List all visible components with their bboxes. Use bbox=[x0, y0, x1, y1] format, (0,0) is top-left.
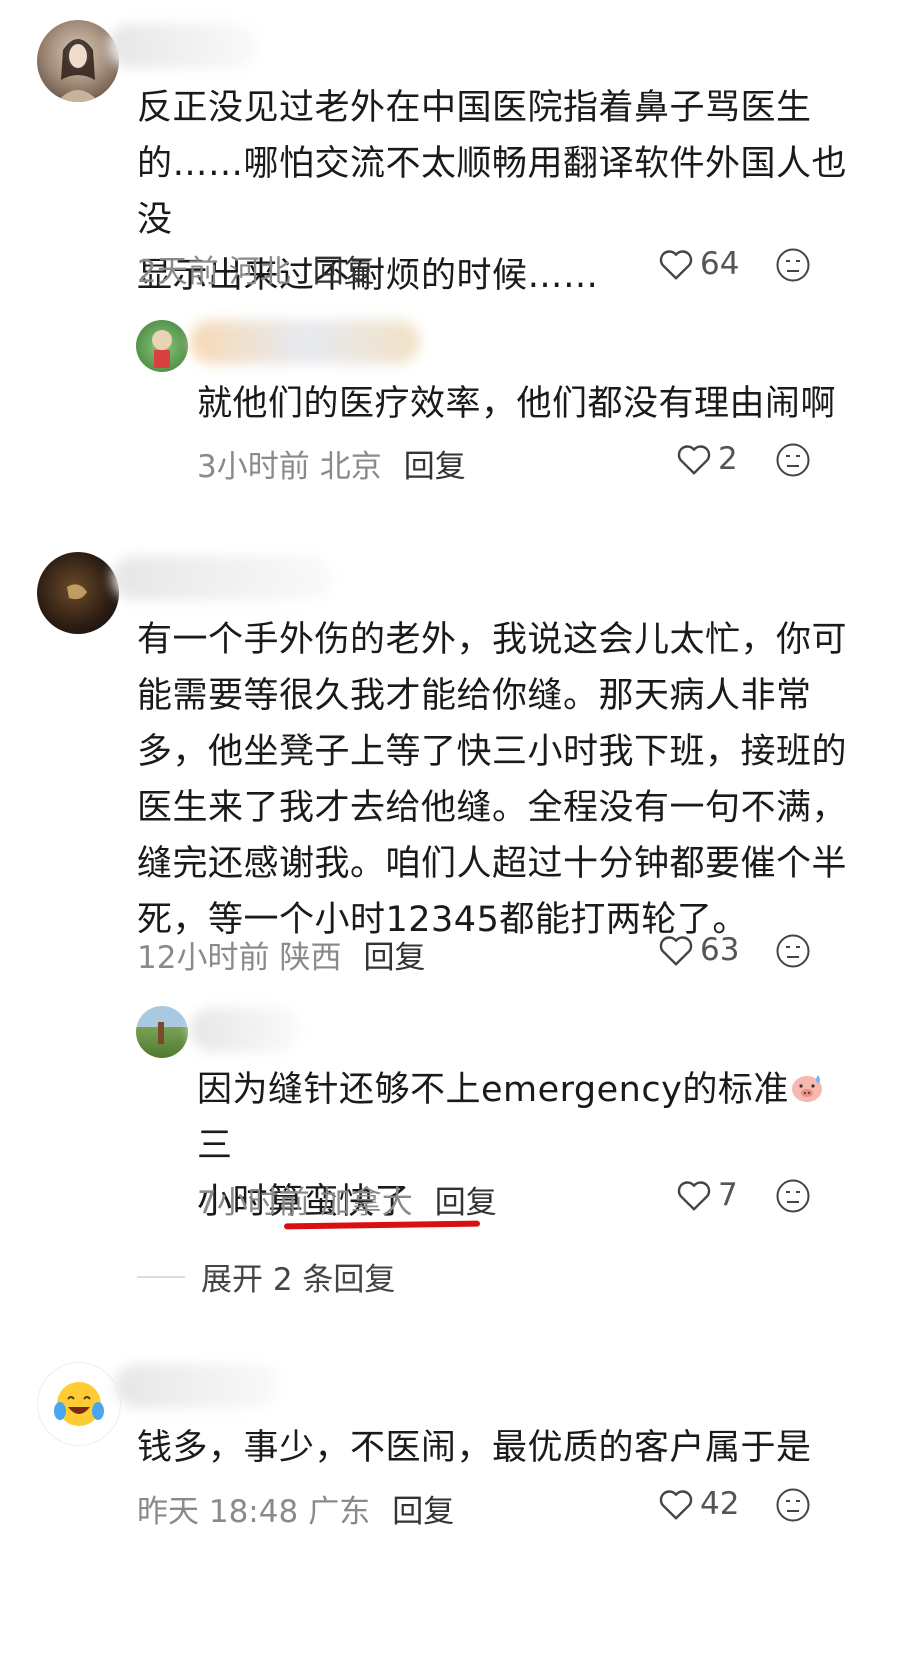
like-button[interactable]: 42 bbox=[658, 1486, 739, 1522]
reply-text: 就他们的医疗效率，他们都没有理由闹啊 bbox=[197, 384, 837, 424]
expand-label: 展开 2 条回复 bbox=[201, 1262, 396, 1298]
location: 河北 bbox=[228, 254, 291, 290]
dislike-button[interactable] bbox=[775, 1487, 811, 1527]
username-blurred[interactable] bbox=[190, 320, 420, 364]
unimpressed-face-icon bbox=[776, 1179, 810, 1213]
avatar[interactable] bbox=[37, 1362, 121, 1446]
reply-meta: 7小时前 加拿大 回复 bbox=[197, 1177, 497, 1222]
heart-outline-icon bbox=[659, 250, 693, 280]
unimpressed-face-icon bbox=[776, 443, 810, 477]
timestamp: 12小时前 bbox=[137, 940, 270, 976]
comment-meta: 昨天 18:48 广东 回复 bbox=[137, 1486, 454, 1531]
like-button[interactable]: 64 bbox=[658, 246, 739, 282]
avatar[interactable] bbox=[136, 320, 188, 372]
timestamp: 7小时前 bbox=[197, 1185, 310, 1221]
reply-button[interactable]: 回复 bbox=[404, 449, 466, 485]
avatar[interactable] bbox=[37, 20, 119, 102]
comment-meta: 12小时前 陕西 回复 bbox=[137, 932, 425, 977]
avatar[interactable] bbox=[136, 1006, 188, 1058]
pig-sweat-emoji bbox=[789, 1066, 825, 1102]
dark-photo-icon bbox=[67, 584, 87, 600]
dislike-button[interactable] bbox=[775, 442, 811, 482]
username-blurred[interactable] bbox=[112, 556, 332, 600]
timestamp: 3小时前 bbox=[197, 449, 310, 485]
dislike-button[interactable] bbox=[775, 933, 811, 973]
location: 广东 bbox=[308, 1494, 371, 1530]
avatar[interactable] bbox=[37, 552, 119, 634]
location: 北京 bbox=[319, 449, 382, 485]
comment-meta: 2天前 河北 回复 bbox=[137, 246, 375, 291]
comment-text: 有一个手外伤的老外，我说这会儿太忙，你可 能需要等很久我才能给你缝。那天病人非常… bbox=[137, 620, 848, 940]
portrait-icon bbox=[57, 39, 99, 102]
like-button[interactable]: 63 bbox=[658, 932, 739, 968]
location: 陕西 bbox=[279, 940, 342, 976]
heart-outline-icon bbox=[677, 1181, 711, 1211]
like-button[interactable]: 2 bbox=[676, 441, 738, 477]
like-count: 64 bbox=[700, 246, 740, 282]
dislike-button[interactable] bbox=[775, 247, 811, 287]
reply-meta: 3小时前 北京 回复 bbox=[197, 441, 466, 486]
unimpressed-face-icon bbox=[776, 1488, 810, 1522]
timestamp: 昨天 18:48 bbox=[137, 1494, 299, 1530]
heart-outline-icon bbox=[659, 936, 693, 966]
reply-button[interactable]: 回复 bbox=[392, 1494, 454, 1530]
cartoon-avatar-icon bbox=[152, 330, 172, 368]
like-count: 63 bbox=[700, 932, 740, 968]
like-button[interactable]: 7 bbox=[676, 1177, 738, 1213]
heart-outline-icon bbox=[659, 1490, 693, 1520]
username-blurred[interactable] bbox=[115, 1364, 280, 1408]
expand-replies-button[interactable]: 展开 2 条回复 bbox=[137, 1254, 395, 1299]
reply-button[interactable]: 回复 bbox=[435, 1185, 497, 1221]
username-blurred[interactable] bbox=[108, 24, 258, 68]
divider bbox=[137, 1275, 185, 1278]
comment-text: 钱多，事少，不医闹，最优质的客户属于是 bbox=[137, 1428, 812, 1468]
unimpressed-face-icon bbox=[776, 934, 810, 968]
laughing-tears-emoji bbox=[54, 1382, 104, 1426]
unimpressed-face-icon bbox=[776, 248, 810, 282]
reply-button[interactable]: 回复 bbox=[313, 254, 375, 290]
username-blurred[interactable] bbox=[190, 1008, 300, 1052]
landscape-avatar-icon bbox=[158, 1022, 164, 1044]
location: 加拿大 bbox=[319, 1185, 413, 1221]
like-count: 7 bbox=[718, 1177, 738, 1213]
heart-outline-icon bbox=[677, 445, 711, 475]
like-count: 42 bbox=[700, 1486, 740, 1522]
dislike-button[interactable] bbox=[775, 1178, 811, 1218]
timestamp: 2天前 bbox=[137, 254, 219, 290]
like-count: 2 bbox=[718, 441, 738, 477]
reply-button[interactable]: 回复 bbox=[363, 940, 425, 976]
